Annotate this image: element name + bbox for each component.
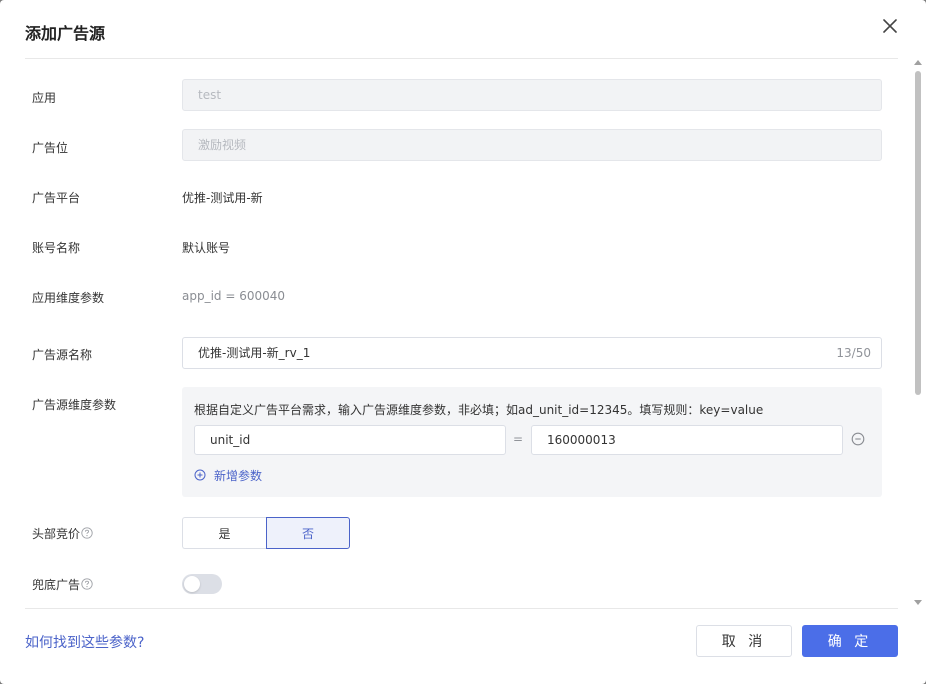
app-params-value: app_id = 600040 — [182, 289, 286, 303]
question-icon[interactable] — [81, 527, 93, 539]
dialog-title: 添加广告源 — [25, 24, 106, 43]
platform-value: 优推-测试用-新 — [182, 191, 263, 205]
app-input: test — [182, 79, 882, 111]
account-label: 账号名称 — [32, 241, 81, 255]
bidding-no-option[interactable]: 否 — [266, 517, 350, 549]
ad-slot-label: 广告位 — [32, 141, 69, 155]
ad-slot-input: 激励视频 — [182, 129, 882, 161]
remove-param-icon[interactable] — [851, 432, 865, 446]
dialog-body: 应用 test 广告位 激励视频 广告平台 优推-测试用-新 账号名称 默认账号… — [0, 59, 912, 608]
cancel-button[interactable]: 取 消 — [696, 625, 792, 657]
header-bidding-toggle: 是 否 — [182, 517, 350, 549]
source-params-hint: 根据自定义广告平台需求，输入广告源维度参数，非必填；如ad_unit_id=12… — [194, 403, 764, 417]
header-bidding-label: 头部竞价 — [32, 525, 93, 542]
add-ad-source-dialog: 添加广告源 应用 test 广告位 激励视频 广告平台 优推-测试用-新 账号名… — [0, 0, 926, 684]
source-params-panel: 根据自定义广告平台需求，输入广告源维度参数，非必填；如ad_unit_id=12… — [182, 387, 882, 497]
fallback-ad-switch[interactable] — [182, 574, 222, 594]
app-label: 应用 — [32, 91, 57, 105]
param-value-input[interactable]: 160000013 — [531, 425, 843, 455]
param-equals: = — [513, 432, 524, 446]
confirm-button[interactable]: 确 定 — [802, 625, 898, 657]
account-value: 默认账号 — [182, 241, 231, 255]
scroll-thumb[interactable] — [915, 71, 921, 395]
source-name-value: 优推-测试用-新_rv_1 — [198, 346, 311, 360]
source-params-label: 广告源维度参数 — [32, 398, 117, 412]
help-link[interactable]: 如何找到这些参数? — [25, 632, 144, 652]
add-param-label: 新增参数 — [214, 468, 263, 483]
scrollbar[interactable] — [912, 59, 926, 608]
source-name-label: 广告源名称 — [32, 348, 93, 362]
close-icon[interactable] — [878, 14, 902, 38]
char-counter: 13/50 — [836, 346, 871, 360]
scroll-down-icon[interactable] — [914, 600, 922, 605]
plus-circle-icon — [194, 469, 206, 481]
fallback-ad-text: 兜底广告 — [32, 578, 81, 592]
header-bidding-text: 头部竞价 — [32, 527, 81, 541]
footer-divider — [25, 608, 898, 609]
add-param-button[interactable]: 新增参数 — [194, 466, 262, 484]
dialog-header: 添加广告源 — [0, 0, 926, 59]
scroll-up-icon[interactable] — [914, 60, 922, 65]
platform-label: 广告平台 — [32, 191, 81, 205]
switch-knob — [184, 576, 200, 592]
param-key-input[interactable]: unit_id — [194, 425, 506, 455]
bidding-yes-option[interactable]: 是 — [182, 517, 266, 549]
source-name-input[interactable]: 优推-测试用-新_rv_1 13/50 — [182, 337, 882, 369]
fallback-ad-label: 兜底广告 — [32, 576, 93, 593]
question-icon[interactable] — [81, 578, 93, 590]
app-params-label: 应用维度参数 — [32, 291, 105, 305]
